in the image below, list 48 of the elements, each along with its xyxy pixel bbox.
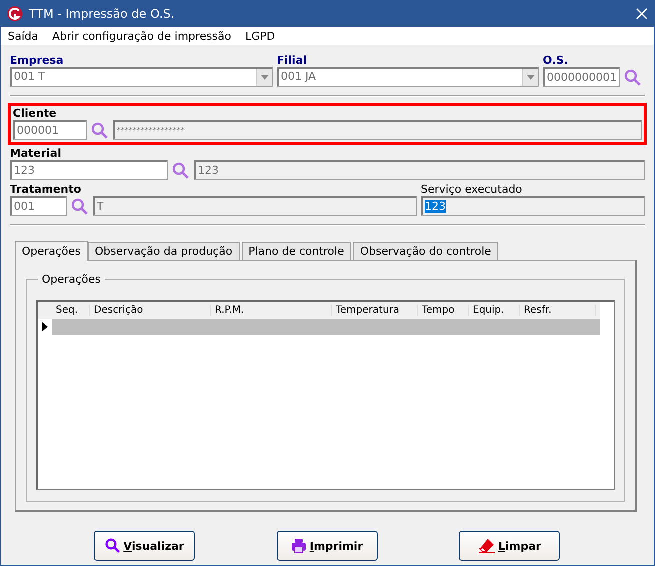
column-header: R.P.M. bbox=[211, 305, 332, 316]
menu-item[interactable]: Saída bbox=[8, 30, 39, 42]
preview-button[interactable]: Visualizar bbox=[94, 531, 195, 561]
field-label: O.S. bbox=[543, 55, 570, 67]
column-header: Resfr. bbox=[520, 305, 596, 316]
column-header: Temperatura bbox=[332, 305, 418, 316]
column-header: Seq. bbox=[52, 305, 90, 316]
field-label: Material bbox=[10, 148, 62, 160]
close-icon[interactable] bbox=[636, 8, 648, 20]
column-header: Tempo bbox=[418, 305, 469, 316]
order-field[interactable]: 0000000001 bbox=[543, 67, 620, 87]
tab[interactable]: Operações bbox=[15, 241, 88, 261]
field-label: Tratamento bbox=[10, 184, 82, 196]
service-field[interactable]: 123 bbox=[421, 196, 645, 216]
clear-button[interactable]: Limpar bbox=[459, 531, 560, 561]
search-icon[interactable] bbox=[91, 122, 109, 140]
material-code-field[interactable]: 123 bbox=[10, 160, 168, 180]
field-label: Cliente bbox=[13, 108, 58, 120]
tab[interactable]: Observação do controle bbox=[353, 242, 498, 260]
column-header: Equip. bbox=[469, 305, 520, 316]
search-icon[interactable] bbox=[624, 69, 642, 87]
company-dropdown[interactable]: 001 T bbox=[10, 67, 273, 87]
field-label: Serviço executado bbox=[421, 184, 524, 196]
treatment-name-field: T bbox=[93, 196, 417, 216]
caret-icon bbox=[526, 75, 534, 80]
tab[interactable]: Observação da produção bbox=[88, 242, 240, 260]
app-logo-icon bbox=[7, 6, 23, 22]
branch-dropdown[interactable]: 001 JA bbox=[277, 67, 539, 87]
material-name-field: 123 bbox=[194, 160, 645, 180]
printer-icon bbox=[290, 538, 307, 554]
column-header: Descrição bbox=[90, 305, 211, 316]
row-pointer-icon bbox=[42, 322, 48, 332]
client-code-field[interactable]: 000001 bbox=[13, 120, 87, 140]
client-name-field: ***************** bbox=[113, 120, 642, 140]
search-icon bbox=[104, 538, 121, 554]
menu-item[interactable]: LGPD bbox=[246, 30, 276, 42]
search-icon[interactable] bbox=[71, 198, 89, 216]
menu-item[interactable]: Abrir configuração de impressão bbox=[52, 30, 232, 42]
tab[interactable]: Plano de controle bbox=[242, 242, 352, 260]
treatment-code-field[interactable]: 001 bbox=[10, 196, 67, 216]
group-title: Operações bbox=[41, 273, 102, 286]
window-title: TTM - Impressão de O.S. bbox=[29, 7, 176, 21]
caret-icon bbox=[260, 75, 268, 80]
field-label: Empresa bbox=[10, 55, 65, 67]
eraser-icon bbox=[478, 538, 496, 554]
field-label: Filial bbox=[277, 55, 308, 67]
print-button[interactable]: Imprimir bbox=[276, 531, 378, 561]
search-icon[interactable] bbox=[172, 162, 190, 180]
